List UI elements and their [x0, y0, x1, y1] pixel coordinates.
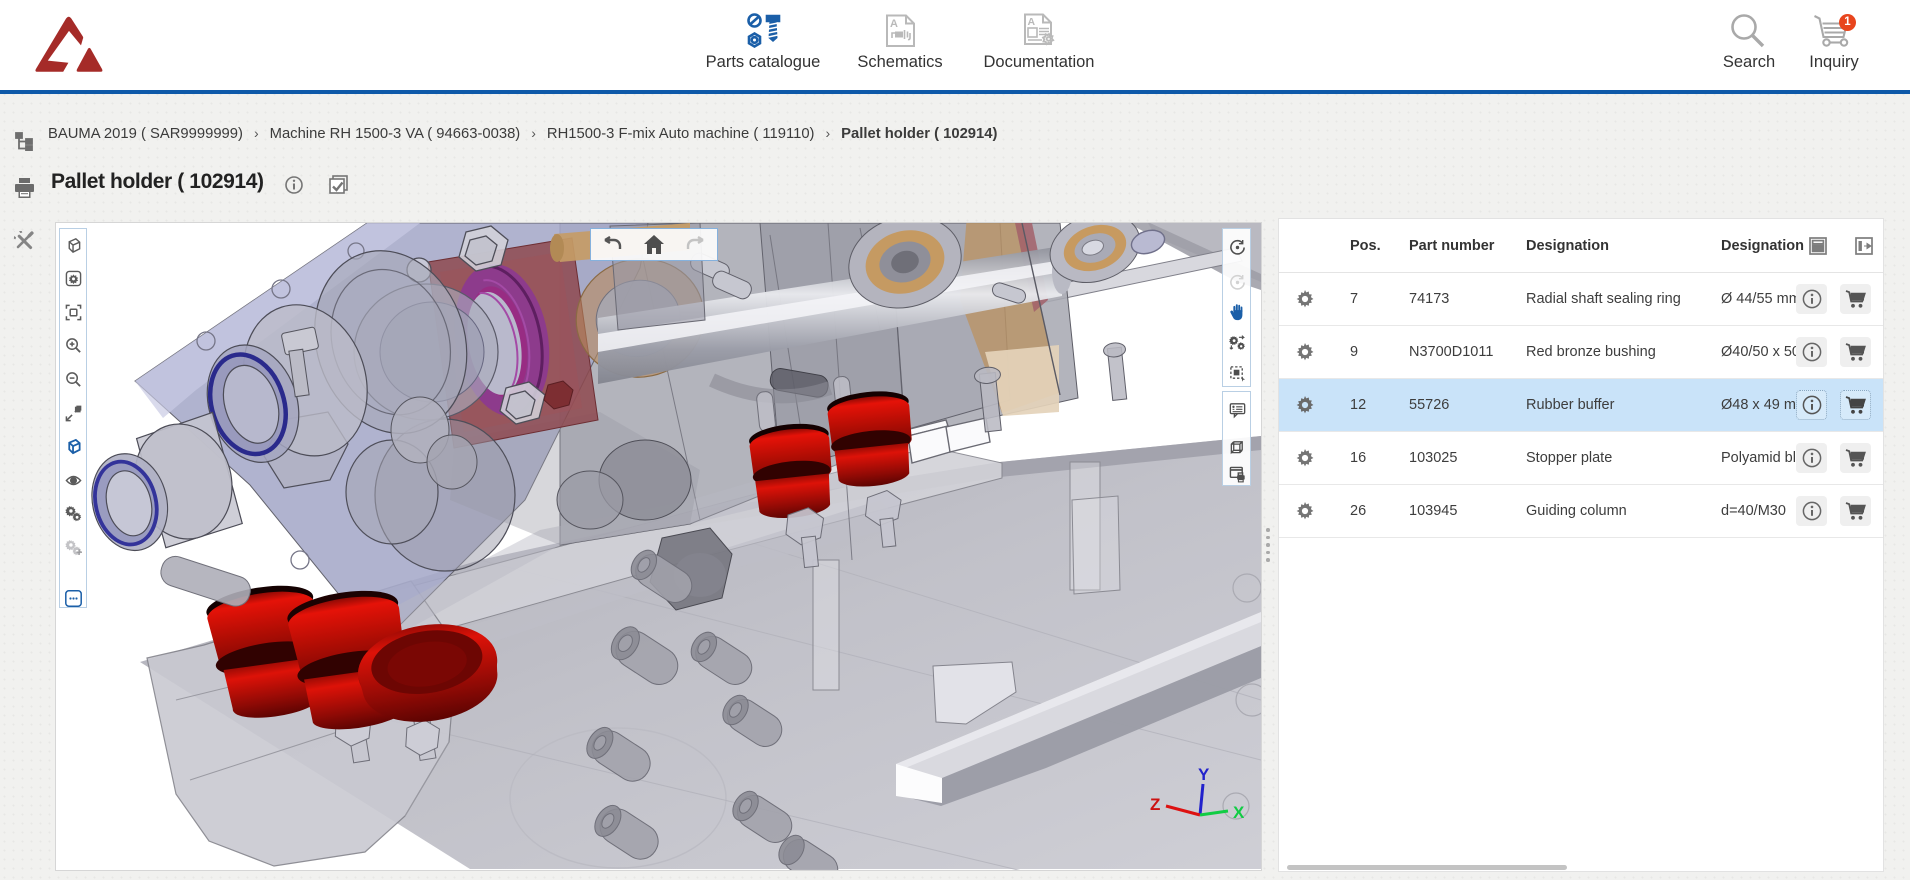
svg-text:A: A — [1028, 16, 1036, 28]
svg-text:Z: Z — [1150, 795, 1160, 814]
svg-text:Y: Y — [1198, 765, 1210, 784]
svg-text:A: A — [890, 18, 898, 30]
svg-text:X: X — [1233, 803, 1245, 822]
